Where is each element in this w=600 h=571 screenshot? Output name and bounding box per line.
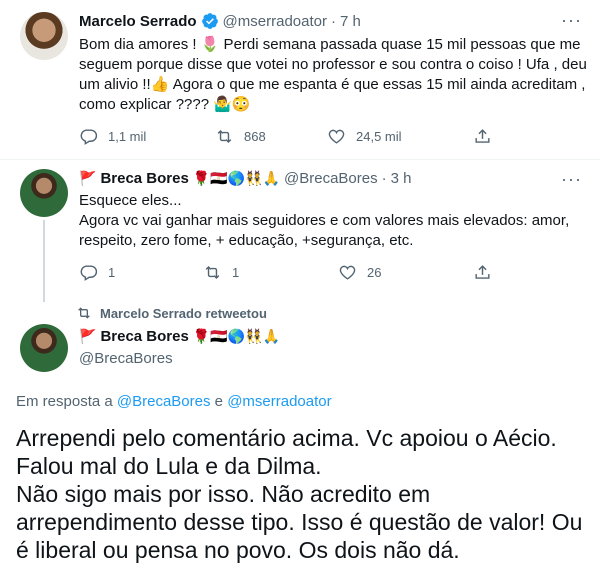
- share-button[interactable]: [473, 263, 492, 282]
- share-button[interactable]: [473, 127, 492, 146]
- tweet-text-line: Agora vc vai ganhar mais seguidores e co…: [79, 212, 570, 229]
- more-icon[interactable]: ···: [561, 170, 581, 193]
- retweet-button[interactable]: 868: [215, 127, 327, 146]
- tweet-header: 🚩 Breca Bores 🌹🇪🇬🌎👯🙏 @BrecaBores · 3 h: [79, 170, 411, 187]
- tweet-text-line: Esquece eles...: [79, 192, 182, 209]
- avatar-breca[interactable]: [20, 324, 68, 372]
- separator-dot: ·: [381, 170, 387, 187]
- author-name[interactable]: Breca Bores: [100, 170, 188, 187]
- retweeted-by-label[interactable]: Marcelo Serrado retweetou: [100, 306, 267, 321]
- author-handle[interactable]: @BrecaBores: [79, 350, 173, 367]
- retweet-icon: [205, 265, 220, 280]
- reply-context: Em resposta a @BrecaBores e @mserradoato…: [16, 393, 332, 410]
- like-icon: [328, 129, 345, 144]
- author-name[interactable]: Marcelo Serrado: [79, 13, 197, 30]
- tweet-time[interactable]: 7 h: [340, 13, 361, 30]
- retweet-count: 1: [232, 265, 240, 280]
- tweet-text-line: um alivio !!👍 Agora o que me espanta é q…: [79, 76, 586, 93]
- name-emojis: 🌹🇪🇬🌎👯🙏: [192, 170, 280, 187]
- focused-tweet-text: Arrependi pelo comentário acima. Vc apoi…: [16, 424, 586, 564]
- thread-line: [43, 220, 45, 302]
- avatar-breca[interactable]: [20, 169, 68, 217]
- reply-mention-1[interactable]: @BrecaBores: [117, 393, 211, 410]
- flag-emoji: 🚩: [79, 328, 97, 345]
- tweet-text-line: Não sigo mais por isso. Não acredito em: [16, 481, 431, 507]
- retweet-button[interactable]: 1: [203, 263, 338, 282]
- tweet-actions: 1 1 26: [79, 263, 492, 282]
- reply-button[interactable]: 1: [79, 263, 203, 282]
- tweet-header: 🚩 Breca Bores 🌹🇪🇬🌎👯🙏: [79, 328, 280, 345]
- reply-button[interactable]: 1,1 mil: [79, 127, 215, 146]
- like-icon: [339, 265, 356, 280]
- tweet-text-line: como explicar ???? 🤷‍♂️😳: [79, 96, 251, 113]
- reply-icon: [80, 129, 98, 145]
- author-handle[interactable]: @BrecaBores: [284, 170, 378, 187]
- tweet-header: Marcelo Serrado @mserradoator · 7 h: [79, 12, 361, 30]
- reply-mention-2[interactable]: @mserradoator: [227, 393, 331, 410]
- retweet-icon: [76, 305, 92, 321]
- author-handle[interactable]: @mserradoator: [223, 13, 327, 30]
- like-button[interactable]: 26: [338, 263, 473, 282]
- verified-badge-icon: [201, 12, 219, 30]
- reply-count: 1: [108, 265, 116, 280]
- separator-dot: ·: [330, 12, 336, 30]
- flag-emoji: 🚩: [79, 170, 97, 187]
- reply-icon: [80, 265, 98, 281]
- reply-count: 1,1 mil: [108, 129, 147, 144]
- reply-and: e: [214, 393, 224, 410]
- tweet-text: Bom dia amores ! 🌷 Perdi semana passada …: [79, 35, 594, 115]
- tweet-marcelo[interactable]: Marcelo Serrado @mserradoator · 7 h ··· …: [0, 0, 600, 160]
- author-name[interactable]: Breca Bores: [100, 328, 188, 345]
- like-count: 24,5 mil: [356, 129, 402, 144]
- share-icon: [475, 129, 490, 143]
- tweet-breca-reply[interactable]: 🚩 Breca Bores 🌹🇪🇬🌎👯🙏 @BrecaBores · 3 h ·…: [0, 160, 600, 302]
- tweet-text-line: arrependimento desse tipo. Isso é questã…: [16, 509, 583, 535]
- tweet-text: Esquece eles... Agora vc vai ganhar mais…: [79, 191, 594, 251]
- like-button[interactable]: 24,5 mil: [327, 127, 473, 146]
- share-icon: [475, 265, 490, 279]
- retweet-icon: [217, 129, 232, 144]
- tweet-text-line: respeito, zero fome, + educação, +segura…: [79, 232, 414, 249]
- tweet-text-line: seguem porque disse que votei no profess…: [79, 56, 587, 73]
- tweet-time[interactable]: 3 h: [391, 170, 412, 187]
- like-count: 26: [367, 265, 382, 280]
- more-icon[interactable]: ···: [561, 11, 581, 34]
- tweet-text-line: Arrependi pelo comentário acima. Vc apoi…: [16, 425, 557, 451]
- tweet-text-line: Falou mal do Lula e da Dilma.: [16, 453, 322, 479]
- name-emojis: 🌹🇪🇬🌎👯🙏: [192, 328, 280, 345]
- tweet-text-line: Bom dia amores ! 🌷 Perdi semana passada …: [79, 36, 581, 53]
- tweet-handle-row: @BrecaBores: [79, 350, 173, 367]
- tweet-actions: 1,1 mil 868 24,5 mil: [79, 127, 492, 146]
- reply-prefix: Em resposta a: [16, 393, 113, 410]
- retweet-count: 868: [244, 129, 266, 144]
- avatar-marcelo[interactable]: [20, 12, 68, 60]
- tweet-text-line: é liberal ou pensa no povo. Os dois não …: [16, 537, 460, 563]
